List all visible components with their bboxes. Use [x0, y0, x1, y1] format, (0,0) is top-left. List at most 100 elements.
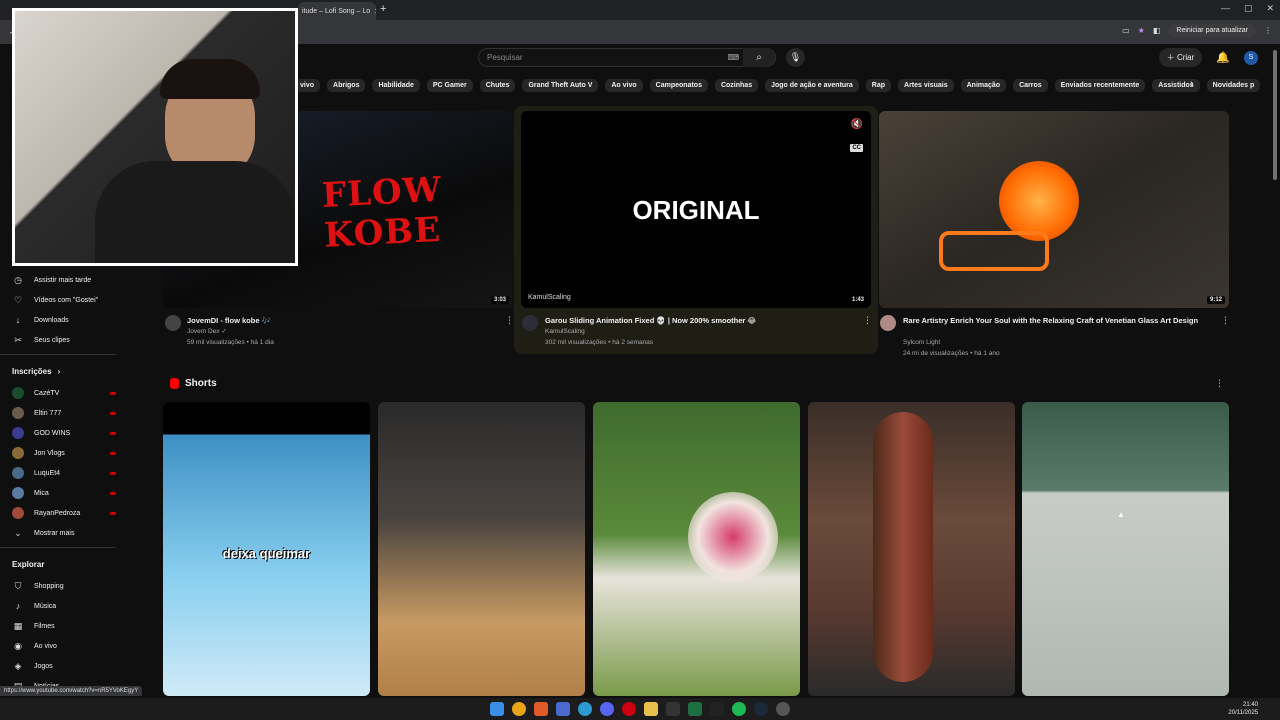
discord-icon[interactable]	[600, 702, 614, 716]
filter-chip[interactable]: Novidades p	[1206, 78, 1261, 92]
browser-tab[interactable]: itude – Lofi Song – Lo ✕	[298, 2, 376, 20]
excel-icon[interactable]	[688, 702, 702, 716]
channel-avatar[interactable]	[165, 315, 181, 331]
subscription-name: CazéTV	[34, 389, 60, 397]
filter-chip[interactable]: Chutes	[479, 78, 516, 92]
sidebar-item[interactable]: ⛉ Shopping	[0, 576, 130, 596]
show-more-button[interactable]: ⌄ Mostrar mais	[0, 523, 130, 543]
sidebar-item[interactable]: ♡ Vídeos com "Gostei"	[0, 290, 130, 310]
glass-blob	[999, 161, 1079, 241]
sidebar-item[interactable]: ♪ Música	[0, 596, 130, 616]
close-tab-icon[interactable]: ✕	[374, 7, 376, 16]
channel-name[interactable]: Jovem Dex ✓	[187, 326, 227, 337]
new-tab-button[interactable]: +	[380, 3, 386, 15]
sidebar-item[interactable]: ▦ Filmes	[0, 616, 130, 636]
subscription-item[interactable]: Eltin 777	[0, 403, 130, 423]
steam-icon[interactable]	[754, 702, 768, 716]
filter-chip[interactable]: Artes visuais	[898, 78, 954, 92]
short-card[interactable]	[808, 402, 1015, 696]
spotify-icon[interactable]	[732, 702, 746, 716]
duration-badge: 3:03	[490, 296, 509, 304]
short-card[interactable]	[593, 402, 800, 696]
sidebar-item[interactable]: ✂ Seus clipes	[0, 330, 130, 350]
filter-chip[interactable]: Ao vivo	[605, 78, 643, 92]
maximize-icon[interactable]: ▢	[1244, 3, 1253, 14]
subscription-item[interactable]: LuquEt4	[0, 463, 130, 483]
subscription-item[interactable]: Mica	[0, 483, 130, 503]
subscription-item[interactable]: Jon Vlogs	[0, 443, 130, 463]
video-title[interactable]: JovemDI - flow kobe 🎶	[187, 315, 487, 326]
video-thumbnail[interactable]: ORIGINAL 🔇 CC KamulScaling 1:43	[521, 111, 871, 308]
star-icon[interactable]: ★	[1138, 26, 1145, 35]
calendar-icon[interactable]	[556, 702, 570, 716]
avatar[interactable]: S	[1244, 50, 1258, 65]
search-button[interactable]: ⌕	[743, 48, 775, 67]
short-card[interactable]: deixa queimar	[163, 402, 370, 696]
more-options-icon[interactable]: ⋮	[505, 315, 514, 326]
channel-name[interactable]: Sylcom Light	[903, 337, 940, 348]
bell-icon[interactable]: 🔔	[1216, 51, 1230, 64]
system-clock[interactable]: 21:40 20/11/2025	[1228, 701, 1258, 717]
cast-icon[interactable]: ▭	[1122, 26, 1130, 35]
chevron-right-icon[interactable]: ›	[1190, 78, 1194, 90]
channel-avatar[interactable]	[880, 315, 896, 331]
filter-chip[interactable]: Rap	[865, 78, 892, 92]
sidebar-item[interactable]: ◷ Assistir mais tarde	[0, 270, 130, 290]
capcut-icon[interactable]	[710, 702, 724, 716]
subscription-item[interactable]: RayanPedroza	[0, 503, 130, 523]
page-scrollbar[interactable]	[1273, 50, 1277, 180]
close-window-icon[interactable]: ✕	[1266, 3, 1274, 14]
sidebar-item-label: Jogos	[34, 662, 53, 670]
search-box[interactable]: Pesquisar ⌨ ⌕	[478, 48, 776, 67]
minimize-icon[interactable]: —	[1221, 3, 1230, 14]
channel-avatar[interactable]	[522, 315, 538, 331]
channel-name[interactable]: KamulScaling	[545, 326, 585, 337]
create-button[interactable]: ＋ Criar	[1158, 48, 1203, 67]
subscription-item[interactable]: CazéTV	[0, 383, 130, 403]
video-title[interactable]: Rare Artistry Enrich Your Soul with the …	[903, 315, 1208, 326]
terminal-icon[interactable]	[666, 702, 680, 716]
more-options-icon[interactable]: ⋮	[863, 315, 872, 326]
sidebar-item[interactable]: ↓ Downloads	[0, 310, 130, 330]
folder-icon[interactable]	[644, 702, 658, 716]
app-icon[interactable]	[534, 702, 548, 716]
sidebar-item[interactable]: ◈ Jogos	[0, 656, 130, 676]
video-thumbnail[interactable]: 9:12	[879, 111, 1229, 308]
opera-icon[interactable]	[622, 702, 636, 716]
filter-chip[interactable]: Habilidade	[372, 78, 420, 92]
mic-icon[interactable]: 🎙	[786, 48, 805, 67]
filter-chip[interactable]: Jogo de ação e aventura	[765, 78, 859, 92]
captions-icon[interactable]: CC	[850, 144, 863, 152]
mute-icon[interactable]: 🔇	[851, 119, 863, 130]
filter-chip[interactable]: Enviados recentemente	[1054, 78, 1146, 92]
steak-image	[873, 412, 933, 682]
video-title[interactable]: Garou Sliding Animation Fixed 💀 | Now 20…	[545, 315, 855, 326]
filter-chip[interactable]: Campeonatos	[649, 78, 708, 92]
short-card[interactable]	[378, 402, 585, 696]
filter-chip[interactable]: Abrigos	[327, 78, 366, 92]
shorts-more-icon[interactable]: ⋮	[1215, 378, 1224, 389]
keyboard-icon[interactable]: ⌨	[727, 53, 739, 62]
chrome-icon[interactable]	[512, 702, 526, 716]
filter-chip[interactable]: Animação	[960, 78, 1007, 92]
search-input[interactable]: Pesquisar	[487, 53, 523, 62]
clock-icon: ◷	[14, 274, 22, 285]
filter-chip[interactable]: Cozinhas	[714, 78, 759, 92]
windows-start-icon[interactable]	[490, 702, 504, 716]
filter-chip[interactable]: Carros	[1013, 78, 1048, 92]
menu-icon[interactable]: ⋮	[1264, 26, 1272, 35]
more-options-icon[interactable]: ⋮	[1221, 315, 1230, 326]
restart-button[interactable]: Reiniciar para atualizar	[1168, 24, 1256, 37]
sidebar-item-label: Ao vivo	[34, 642, 57, 650]
subscription-item[interactable]: GOD WINS	[0, 423, 130, 443]
subscriptions-header[interactable]: Inscrições ›	[0, 359, 130, 383]
filter-chip[interactable]: PC Gamer	[426, 78, 473, 92]
sidebar-item[interactable]: ◉ Ao vivo	[0, 636, 130, 656]
edge-icon[interactable]	[578, 702, 592, 716]
duration-badge: 1:43	[848, 296, 867, 304]
settings-icon[interactable]	[776, 702, 790, 716]
short-card[interactable]: ▲	[1022, 402, 1229, 696]
filter-chip[interactable]: Grand Theft Auto V	[522, 78, 599, 92]
extension-icon[interactable]: ◧	[1153, 26, 1161, 35]
clock-time: 21:40	[1242, 702, 1258, 708]
